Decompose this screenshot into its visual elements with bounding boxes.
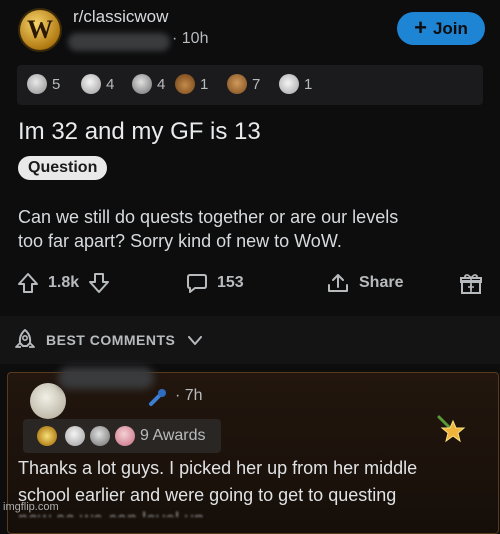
gift-icon [460,274,482,294]
watermark: imgflip.com [3,501,59,513]
top-comment: · 7h 9 Awards Thanks a lot guys. I picke… [7,367,499,534]
award-item: 7 [227,74,260,94]
laughing-face-icon [65,426,85,446]
post-title[interactable]: Im 32 and my GF is 13 [18,118,261,146]
wholesome-seal-icon [27,74,47,94]
award-count: 7 [252,75,261,93]
post-header: W r/classicwow · 10h + Join [0,0,500,60]
comments-button[interactable]: 153 [186,272,244,294]
subreddit-name[interactable]: r/classicwow [73,7,168,27]
vote-group: 1.8k [17,272,110,294]
awards-count: 9 Awards [140,427,206,444]
comment-body: Thanks a lot guys. I picked her up from … [18,455,488,509]
join-button[interactable]: + Join [397,12,485,45]
poop-award-icon [175,74,195,94]
award-count: 1 [304,75,313,93]
upvote-icon[interactable] [17,272,39,294]
facepalm-award-icon [227,74,247,94]
subreddit-icon[interactable]: W [20,10,60,50]
chevron-down-icon [188,336,202,345]
award-count: 4 [106,75,115,93]
award-count: 1 [200,75,209,93]
post-flair[interactable]: Question [18,156,108,180]
comment-body-line: Thanks a lot guys. I picked her up from … [18,458,418,478]
glowing-star-icon [37,426,57,446]
comment-count: 153 [217,274,244,291]
comment-body-line: school earlier and were going to get to … [18,485,397,505]
commenter-avatar[interactable] [30,383,66,419]
downvote-icon[interactable] [88,272,110,294]
post-body-line: Can we still do quests together or are o… [18,207,399,227]
comment-awards-row[interactable]: 9 Awards [23,419,221,453]
post-time: · 10h [172,30,209,47]
post-action-bar: 1.8k 153 Share [0,262,500,304]
helpful-award-icon [279,74,299,94]
silver-award-icon [132,74,152,94]
post-body: Can we still do quests together or are o… [18,205,478,253]
award-item: 1 [175,74,208,94]
share-icon [328,274,348,292]
plus-icon: + [414,14,427,40]
award-count: 4 [157,75,166,93]
rocket-icon [15,329,35,348]
award-item: 1 [279,74,312,94]
laughing-face-icon [81,74,101,94]
upvote-count: 1.8k [48,274,80,291]
shooting-star-icon [437,415,466,443]
subreddit-icon-letter: W [27,15,53,44]
sort-label: BEST COMMENTS [46,332,176,348]
award-item: 5 [27,74,60,94]
award-button[interactable] [459,272,483,296]
share-button[interactable]: Share [326,272,403,294]
heart-eyes-icon [115,426,135,446]
redacted-username [68,33,170,51]
comment-sort-bar[interactable]: BEST COMMENTS [0,316,500,364]
share-label: Share [359,274,404,291]
silver-award-icon [90,426,110,446]
award-item: 4 [132,74,165,94]
join-label: Join [432,18,468,38]
comment-bubble-icon [187,274,207,293]
award-count: 5 [52,75,61,93]
award-item: 4 [81,74,114,94]
post-awards-row[interactable]: 5 4 4 1 7 1 [17,65,483,105]
flair-emoji-icon [149,389,166,406]
post-body-line: too far apart? Sorry kind of new to WoW. [18,231,342,251]
comment-time: · 7h [175,387,203,404]
redacted-username [58,367,154,389]
